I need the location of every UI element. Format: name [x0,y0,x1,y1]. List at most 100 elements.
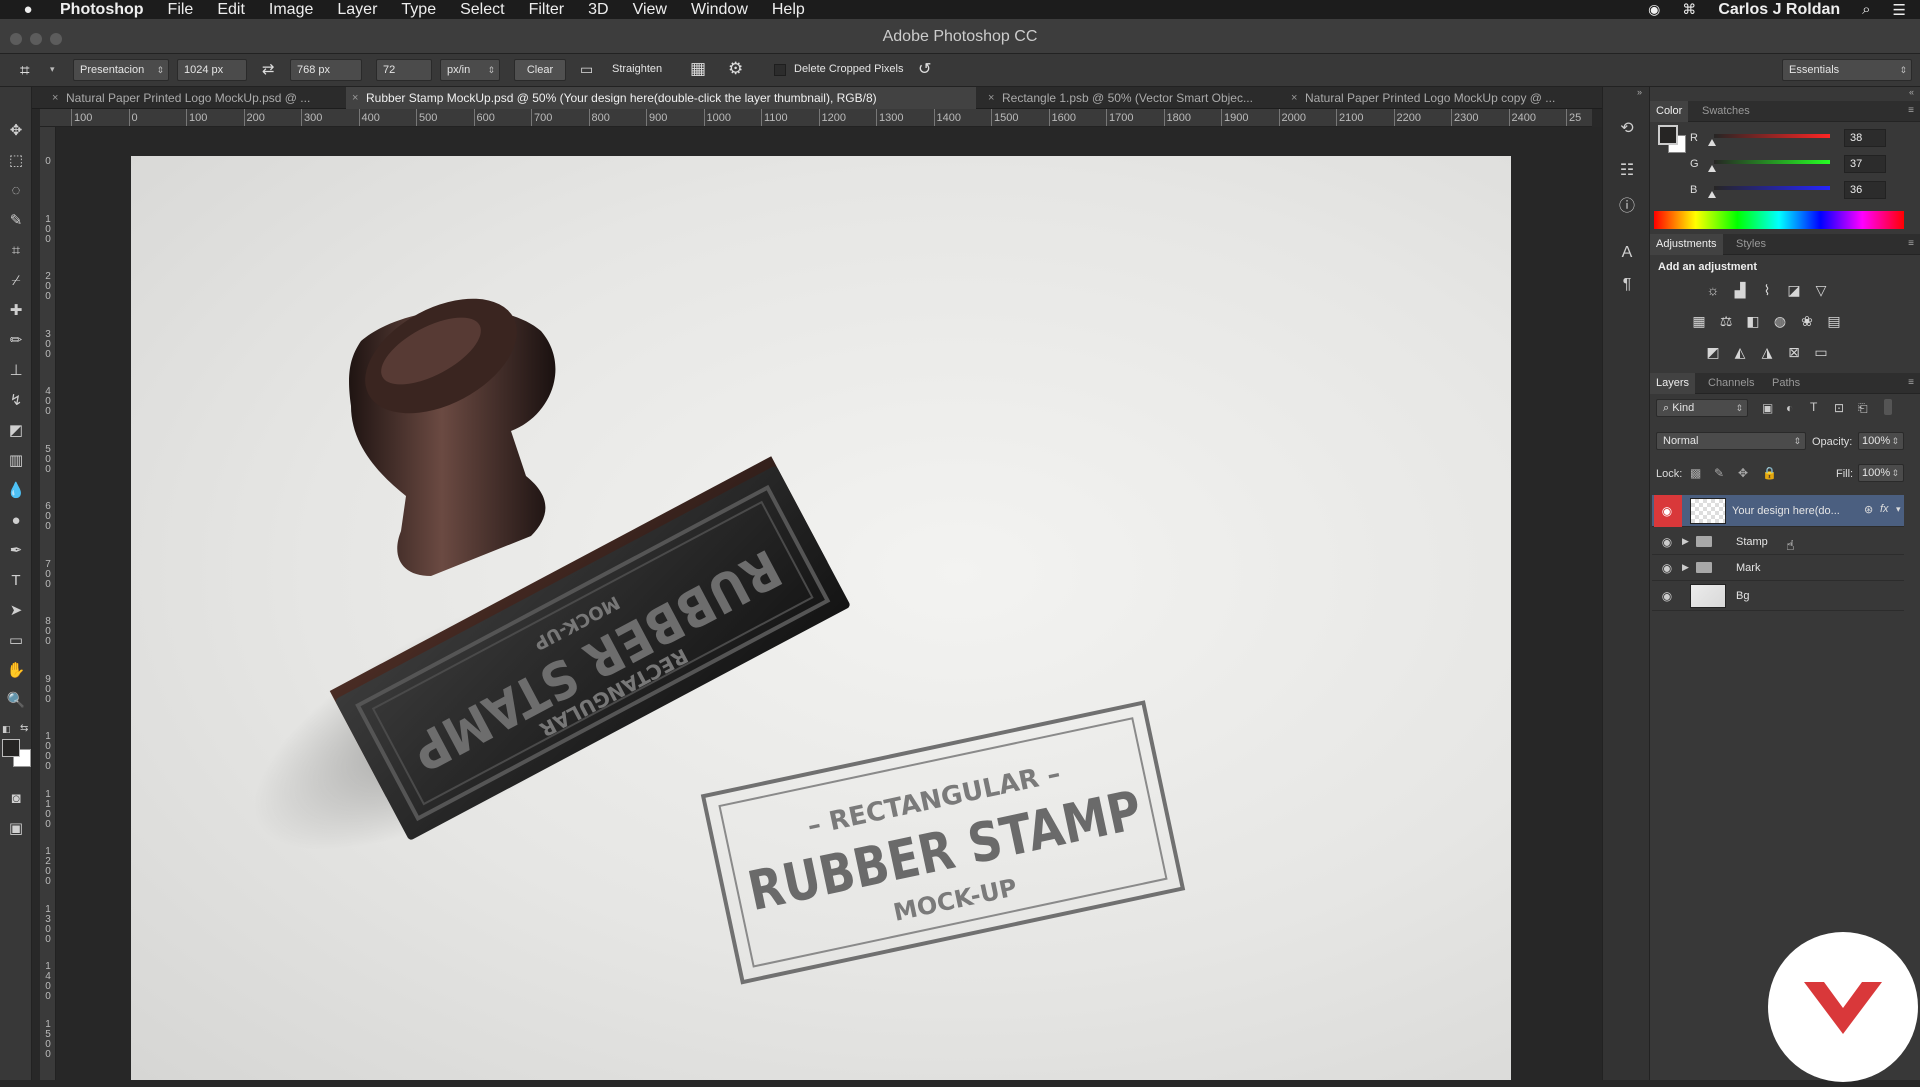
menu-type[interactable]: Type [401,1,436,19]
tab-channels[interactable]: Channels [1702,373,1760,394]
dodge-tool-icon[interactable]: ● [4,509,28,533]
eraser-tool-icon[interactable]: ◩ [4,419,28,443]
overlay-grid-icon[interactable]: ▦ [690,59,706,79]
blue-thumb[interactable] [1708,191,1716,198]
menu-filter[interactable]: Filter [529,1,565,19]
swap-colors-icon[interactable]: ⇆ [20,723,28,734]
zoom-tool-icon[interactable]: 🔍 [4,689,28,713]
layer-effects-fx-icon[interactable]: fx [1880,503,1889,515]
gradient-tool-icon[interactable]: ▥ [4,449,28,473]
layer-name[interactable]: Mark [1736,562,1760,574]
color-lookup-icon[interactable]: ▤ [1825,313,1843,329]
reset-crop-icon[interactable]: ↺ [918,59,931,79]
crop-tool-icon[interactable]: ⌗ [20,61,30,81]
levels-icon[interactable]: ▟ [1731,282,1749,298]
blue-slider[interactable]: B 36 [1690,181,1910,201]
crop-settings-gear-icon[interactable]: ⚙ [728,59,743,79]
eye-visibility-icon[interactable]: ◉ [1660,535,1674,549]
properties-panel-icon[interactable]: ☷ [1617,161,1637,181]
vibrance-icon[interactable]: ▽ [1812,282,1830,298]
exposure-icon[interactable]: ◪ [1785,282,1803,298]
close-tab-icon[interactable]: × [352,87,358,109]
group-expand-icon[interactable]: ▶ [1682,562,1689,573]
tab-layers[interactable]: Layers [1650,373,1696,394]
opacity-input[interactable]: 100% [1858,432,1904,450]
path-selection-tool-icon[interactable]: ➤ [4,599,28,623]
menu-image[interactable]: Image [269,1,313,19]
brightness-contrast-icon[interactable]: ☼ [1704,282,1722,298]
color-spectrum-bar[interactable] [1654,211,1904,229]
crop-tool-icon[interactable]: ⌗ [4,239,28,263]
invert-icon[interactable]: ◩ [1704,344,1722,360]
filter-type-layers-icon[interactable]: T [1810,400,1817,414]
close-window-button[interactable] [10,33,22,45]
straighten-icon[interactable]: ▭ [580,61,593,78]
layer-thumbnail[interactable] [1690,498,1726,524]
brush-tool-icon[interactable]: ✏ [4,329,28,353]
channel-mixer-icon[interactable]: ❀ [1798,313,1816,329]
user-name[interactable]: Carlos J Roldan [1718,1,1840,19]
crop-preset-select[interactable]: Presentacion [73,59,169,81]
filter-shape-layers-icon[interactable]: ⊡ [1834,401,1844,415]
lock-position-icon[interactable]: ✥ [1738,466,1748,480]
menu-help[interactable]: Help [772,1,805,19]
resolution-units-select[interactable]: px/in [440,59,500,81]
expand-effects-icon[interactable]: ▾ [1896,504,1901,515]
layer-thumbnail[interactable] [1690,584,1726,608]
rectangle-tool-icon[interactable]: ▭ [4,629,28,653]
filter-toggle-switch[interactable] [1884,399,1892,415]
layer-name[interactable]: Your design here(do... [1732,505,1840,517]
menu-window[interactable]: Window [691,1,748,19]
layer-row[interactable]: ◉ Bg [1652,581,1904,611]
doc-tab-active[interactable]: × Rubber Stamp MockUp.psd @ 50% (Your de… [346,87,976,109]
horizontal-ruler[interactable]: 100 0 100 200 300 400 500 600 700 800 900 1000 1100 1… [60,109,1592,127]
menu-layer[interactable]: Layer [337,1,377,19]
layer-row-group[interactable]: ◉ ▶ Mark [1652,555,1904,581]
posterize-icon[interactable]: ◭ [1731,344,1749,360]
green-thumb[interactable] [1708,165,1716,172]
foreground-color-swatch[interactable] [2,739,20,757]
green-value-input[interactable]: 37 [1844,155,1886,173]
color-foreground-swatch[interactable] [1658,125,1678,145]
default-colors-icon[interactable]: ◧ [2,724,11,735]
resolution-input[interactable]: 72 [376,59,432,81]
tool-preset-dropdown-icon[interactable]: ▾ [50,64,55,75]
collapse-dock-icon[interactable]: » [1637,87,1642,97]
menu-3d[interactable]: 3D [588,1,608,19]
curves-icon[interactable]: ⌇ [1758,282,1776,298]
info-panel-icon[interactable]: ⓘ [1617,197,1637,217]
red-thumb[interactable] [1708,139,1716,146]
clear-button[interactable]: Clear [514,59,566,81]
layer-name[interactable]: Bg [1736,590,1749,602]
panel-menu-icon[interactable]: ≡ [1908,238,1914,249]
menu-select[interactable]: Select [460,1,504,19]
collapse-panels-icon[interactable]: « [1909,87,1914,97]
color-balance-icon[interactable]: ⚖ [1717,313,1735,329]
doc-tab[interactable]: × Rectangle 1.psb @ 50% (Vector Smart Ob… [982,87,1282,109]
green-slider[interactable]: G 37 [1690,155,1910,175]
lock-transparent-pixels-icon[interactable]: ▩ [1690,466,1701,480]
red-value-input[interactable]: 38 [1844,129,1886,147]
panel-menu-icon[interactable]: ≡ [1908,377,1914,388]
delete-cropped-pixels-checkbox[interactable] [774,64,786,76]
history-panel-icon[interactable]: ⟲ [1617,119,1637,139]
close-tab-icon[interactable]: × [52,87,58,109]
lock-all-icon[interactable]: 🔒 [1762,466,1777,480]
blend-mode-select[interactable]: Normal [1656,432,1806,450]
minimize-window-button[interactable] [30,33,42,45]
eye-visibility-icon[interactable]: ◉ [1660,504,1674,518]
clone-stamp-tool-icon[interactable]: ⊥ [4,359,28,383]
canvas-area[interactable]: RECTANGULAR RUBBER STAMP MOCK-UP – RECTA… [56,127,1602,1080]
swap-dimensions-icon[interactable]: ⇄ [262,60,275,78]
quick-selection-tool-icon[interactable]: ✎ [4,209,28,233]
filter-adjustment-layers-icon[interactable]: ◐ [1786,401,1793,415]
threshold-icon[interactable]: ◮ [1758,344,1776,360]
blue-track[interactable] [1714,186,1830,190]
layer-row-selected[interactable]: ◉ Your design here(do... ⊛ fx ▾ [1652,495,1904,527]
layer-name[interactable]: Stamp [1736,536,1768,548]
tab-color[interactable]: Color [1650,101,1689,122]
notification-center-icon[interactable]: ☰ [1893,1,1906,19]
hue-saturation-icon[interactable]: ▦ [1690,313,1708,329]
red-track[interactable] [1714,134,1830,138]
ruler-origin[interactable] [40,109,60,127]
